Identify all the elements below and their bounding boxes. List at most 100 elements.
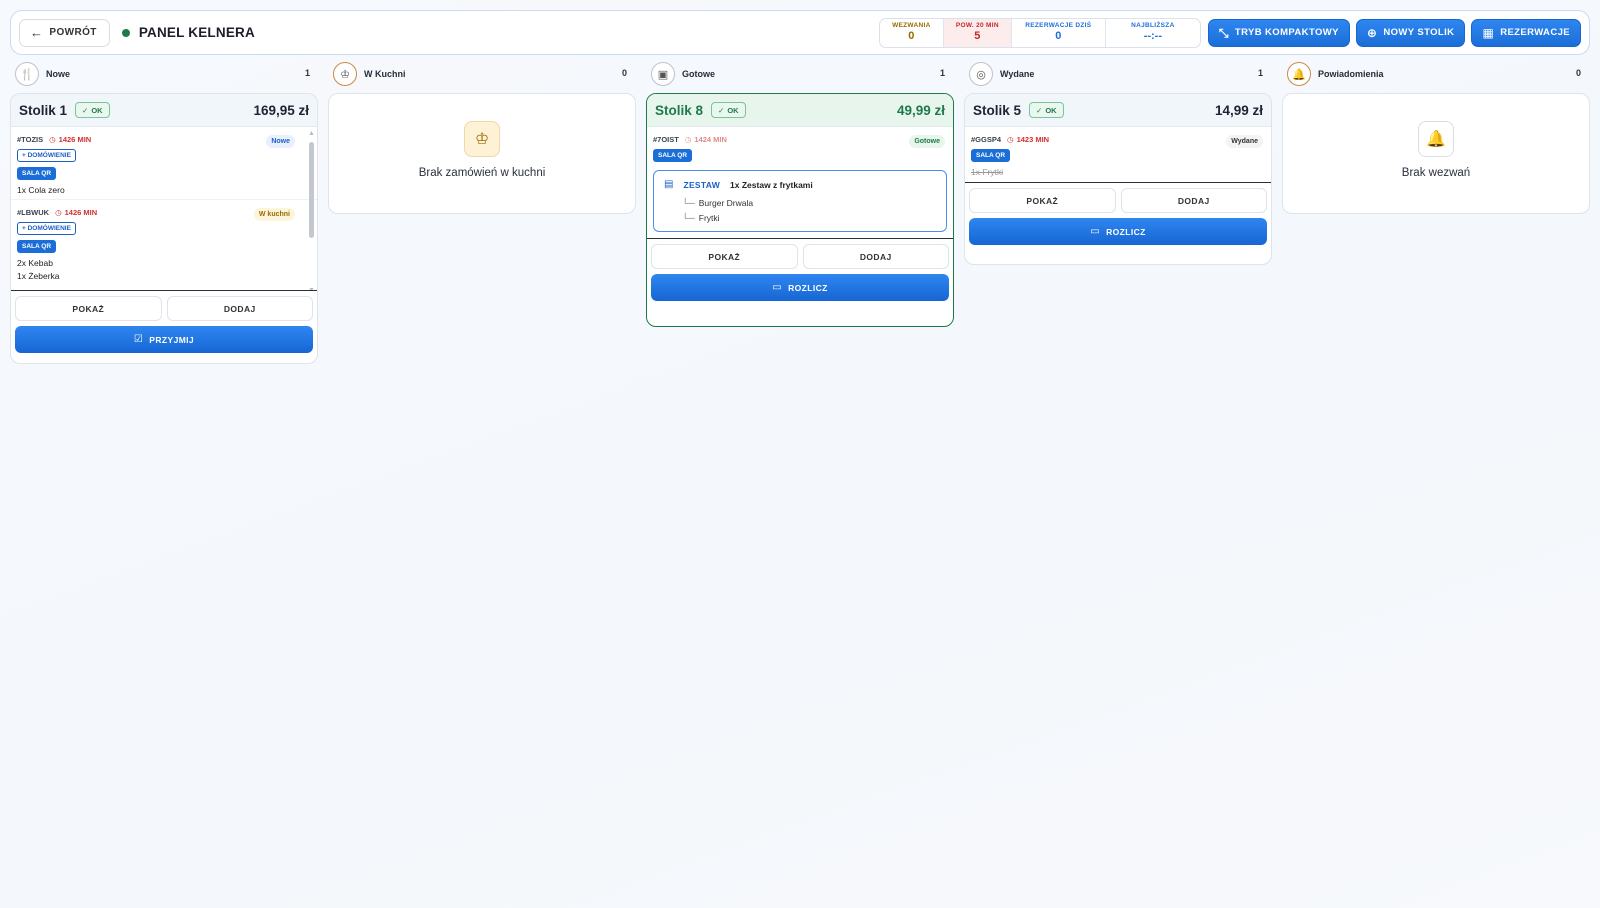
utensils-icon: 🍴 — [15, 62, 39, 86]
settle-button[interactable]: ▭ ROZLICZ — [969, 218, 1267, 245]
tree-branch-icon: └─ — [682, 213, 695, 223]
stat-nearest-value: --:-- — [1143, 29, 1163, 42]
check-icon: ✓ — [1036, 105, 1043, 115]
show-button[interactable]: POKAŻ — [969, 188, 1116, 213]
table-card-stolik-1[interactable]: Stolik 1 ✓ OK 169,95 zł #TOZIS ◷ 1426 MIN … — [10, 93, 318, 364]
add-order-tag[interactable]: + DOMÓWIENIE — [17, 222, 76, 235]
qr-room-tag: SALA QR — [971, 149, 1011, 162]
tree-branch-icon: └─ — [682, 198, 695, 208]
order-time-value: 1426 MIN — [64, 208, 98, 217]
column-count: 0 — [621, 68, 627, 78]
order-line: 2x Kebab — [17, 258, 53, 268]
clock-icon: ◷ — [1007, 135, 1014, 144]
order-line: 1x Frytki — [971, 167, 1004, 177]
served-dish-icon: ◎ — [969, 62, 993, 86]
chef-hat-icon: ♔ — [333, 62, 357, 86]
order-id: #TOZIS — [17, 135, 44, 144]
page-title: PANEL KELNERA — [121, 25, 255, 40]
cash-icon: ▭ — [772, 282, 783, 293]
stat-reservations-value: 0 — [1055, 29, 1062, 42]
reservations-label: REZERWACJE — [1500, 27, 1570, 38]
settle-label: ROZLICZ — [788, 282, 828, 293]
online-status-dot — [121, 28, 130, 37]
set-subitem-label: Frytki — [698, 213, 720, 223]
stat-reservations-label: REZERWACJE DZIŚ — [1025, 21, 1092, 29]
check-square-icon: ☑ — [133, 334, 144, 345]
scroll-up-icon[interactable]: ▲ — [308, 130, 315, 137]
scroll-thumb[interactable] — [309, 142, 314, 238]
orders-list[interactable]: #TOZIS ◷ 1426 MIN Nowe + DOMÓWIENIE SALA … — [11, 127, 317, 290]
table-name: Stolik 1 — [19, 102, 68, 118]
order-item[interactable]: #TOZIS ◷ 1426 MIN Nowe + DOMÓWIENIE SALA … — [11, 127, 317, 200]
set-name: 1x Zestaw z frytkami — [730, 179, 813, 190]
order-item[interactable]: #GGSP4 ◷ 1423 MIN Wydane SALA QR 1x Frytk… — [965, 127, 1271, 182]
plus-circle-icon: ⊕ — [1366, 25, 1378, 40]
table-card-stolik-8[interactable]: Stolik 8 ✓ OK 49,99 zł #7OIST ◷ 1424 MIN G… — [646, 93, 954, 327]
gift-icon: ▤ — [664, 179, 674, 190]
order-time: ◷ 1424 MIN — [685, 135, 727, 144]
card-header: Stolik 8 ✓ OK 49,99 zł — [647, 94, 953, 127]
check-icon: ✓ — [82, 105, 89, 115]
reservations-button[interactable]: ▦ REZERWACJE — [1471, 18, 1581, 47]
ok-label: OK — [1045, 105, 1057, 115]
scroll-down-icon[interactable]: ▼ — [308, 287, 315, 290]
card-header: Stolik 5 ✓ OK 14,99 zł — [965, 94, 1271, 127]
ok-label: OK — [727, 105, 739, 115]
add-order-tag[interactable]: + DOMÓWIENIE — [17, 149, 76, 162]
compact-mode-button[interactable]: ⤡ TRYB KOMPAKTOWY — [1207, 18, 1350, 47]
add-button[interactable]: DODAJ — [802, 244, 949, 269]
column-header-ready: ▣ Gotowe 1 — [651, 62, 945, 86]
order-status-badge: Nowe — [266, 135, 295, 148]
order-line: 1x Żeberka — [17, 271, 60, 281]
order-status-badge: Gotowe — [909, 135, 945, 148]
accept-label: PRZYJMIJ — [149, 334, 195, 345]
qr-room-tag: SALA QR — [17, 167, 57, 180]
order-item[interactable]: #7OIST ◷ 1424 MIN Gotowe SALA QR — [647, 127, 953, 162]
qr-room-tag: SALA QR — [653, 149, 693, 162]
bell-icon: 🔔 — [1418, 121, 1454, 157]
accept-button[interactable]: ☑ PRZYJMIJ — [15, 326, 313, 353]
card-actions: POKAŻ DODAJ — [647, 239, 953, 269]
column-title: W Kuchni — [364, 69, 406, 79]
bell-icon: 🔔 — [1287, 62, 1311, 86]
column-title: Wydane — [1000, 69, 1035, 79]
ok-badge: ✓ OK — [75, 102, 110, 118]
empty-notifications-message: Brak wezwań — [1401, 167, 1471, 179]
stat-calls-value: 0 — [908, 29, 915, 42]
stat-reservations-today: REZERWACJE DZIŚ 0 — [1012, 18, 1106, 47]
table-card-stolik-5[interactable]: Stolik 5 ✓ OK 14,99 zł #GGSP4 ◷ 1423 MIN W… — [964, 93, 1272, 265]
show-button[interactable]: POKAŻ — [651, 244, 798, 269]
orders-scrollbar[interactable]: ▲ ▼ — [308, 130, 315, 290]
clock-icon: ◷ — [684, 135, 692, 144]
add-button[interactable]: DODAJ — [1120, 188, 1267, 213]
set-tag: ZESTAW — [683, 179, 721, 190]
column-title: Powiadomienia — [1318, 69, 1384, 79]
column-header-served: ◎ Wydane 1 — [969, 62, 1263, 86]
calendar-icon: ▦ — [1482, 25, 1495, 40]
column-title: Gotowe — [682, 69, 715, 79]
order-line: 1x Cola zero — [17, 185, 65, 195]
table-total: 49,99 zł — [896, 102, 945, 118]
show-button[interactable]: POKAŻ — [15, 296, 162, 321]
clock-icon: ◷ — [55, 208, 62, 217]
package-icon: ▣ — [651, 62, 675, 86]
settle-button[interactable]: ▭ ROZLICZ — [651, 274, 949, 301]
compact-mode-label: TRYB KOMPAKTOWY — [1234, 27, 1339, 38]
column-count: 1 — [939, 68, 945, 78]
qr-room-tag: SALA QR — [17, 240, 57, 253]
card-actions: POKAŻ DODAJ — [965, 183, 1271, 213]
column-title: Nowe — [46, 69, 71, 79]
set-subitem-label: Burger Drwala — [698, 198, 754, 208]
set-item[interactable]: ▤ ZESTAW 1x Zestaw z frytkami └─ Burger D… — [653, 170, 947, 232]
order-item[interactable]: #LBWUK ◷ 1426 MIN W kuchni + DOMÓWIENIE S… — [11, 200, 317, 285]
new-table-button[interactable]: ⊕ NOWY STOLIK — [1355, 18, 1466, 47]
stat-over-20-min: POW. 20 MIN 5 — [943, 18, 1012, 47]
order-time-value: 1423 MIN — [1016, 135, 1050, 144]
new-table-label: NOWY STOLIK — [1383, 27, 1455, 38]
settle-label: ROZLICZ — [1106, 226, 1146, 237]
add-button[interactable]: DODAJ — [166, 296, 313, 321]
back-button[interactable]: ← POWRÓT — [19, 18, 110, 47]
back-label: POWRÓT — [49, 27, 97, 38]
set-subitem: └─ Burger Drwala — [682, 198, 936, 208]
order-time: ◷ 1426 MIN — [49, 135, 91, 144]
